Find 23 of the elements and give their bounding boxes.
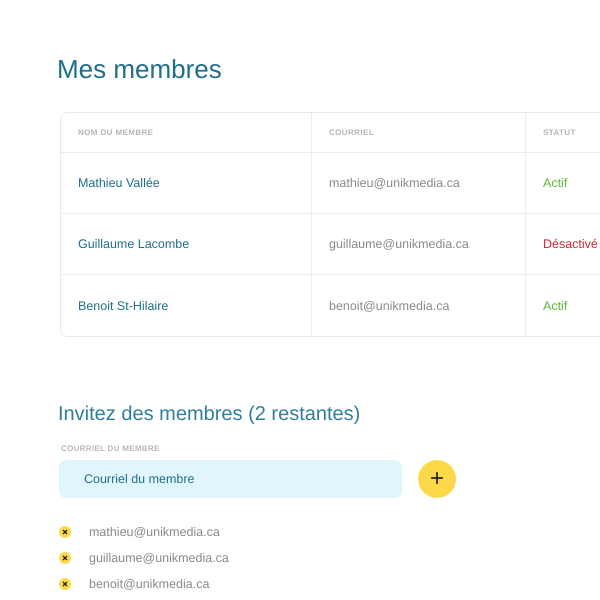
invited-email: benoit@unikmedia.ca — [89, 577, 210, 591]
member-name: Mathieu Vallée — [78, 176, 160, 190]
member-email: guillaume@unikmedia.ca — [329, 237, 469, 251]
invited-email: mathieu@unikmedia.ca — [89, 525, 220, 539]
remove-icon[interactable] — [59, 526, 71, 538]
remove-icon[interactable] — [59, 578, 71, 590]
member-name: Benoit St-Hilaire — [78, 298, 168, 312]
page-title: Mes membres — [57, 53, 223, 86]
field-label: COURRIEL DU MEMBRE — [61, 444, 161, 453]
column-header: COURRIEL — [329, 128, 374, 137]
column-header: STATUT — [543, 128, 576, 137]
member-status: Actif — [543, 298, 568, 312]
member-email: benoit@unikmedia.ca — [329, 298, 450, 312]
member-email: mathieu@unikmedia.ca — [329, 176, 460, 190]
member-name: Guillaume Lacombe — [78, 237, 190, 251]
add-button[interactable]: + — [418, 460, 456, 498]
column-header: NOM DU MEMBRE — [78, 128, 154, 137]
email-input-field[interactable]: Courriel du membre — [59, 460, 402, 498]
section-title: Invitez des membres (2 restantes) — [58, 402, 362, 427]
invited-email: guillaume@unikmedia.ca — [89, 551, 229, 565]
remove-icon[interactable] — [59, 552, 71, 564]
member-status: Actif — [543, 176, 568, 190]
member-status: Désactivé — [543, 237, 598, 251]
